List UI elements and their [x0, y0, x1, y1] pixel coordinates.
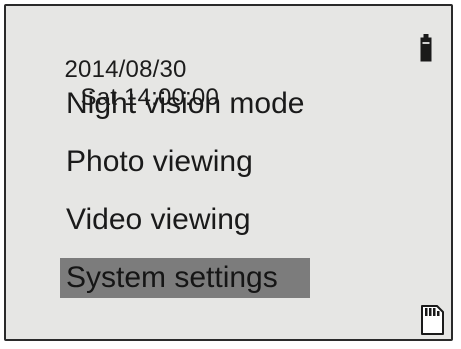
menu-item-label: Photo viewing: [66, 145, 253, 178]
menu-item-label: Video viewing: [66, 203, 251, 236]
device-screen: 2014/08/30 Sat 14:00:00 Night vision mod…: [4, 4, 453, 341]
main-menu: Night vision mode Photo viewing Video vi…: [60, 84, 311, 316]
menu-item-video-viewing[interactable]: Video viewing: [60, 200, 310, 240]
menu-item-label: Night vision mode: [66, 87, 305, 120]
sd-card-icon: [421, 305, 444, 335]
menu-item-night-vision-mode[interactable]: Night vision mode: [60, 84, 310, 124]
date-readout: 2014/08/30: [64, 56, 187, 83]
menu-item-system-settings[interactable]: System settings: [60, 258, 311, 298]
battery-icon: [420, 34, 432, 62]
menu-item-photo-viewing[interactable]: Photo viewing: [60, 142, 310, 182]
menu-item-label: System settings: [66, 261, 278, 294]
